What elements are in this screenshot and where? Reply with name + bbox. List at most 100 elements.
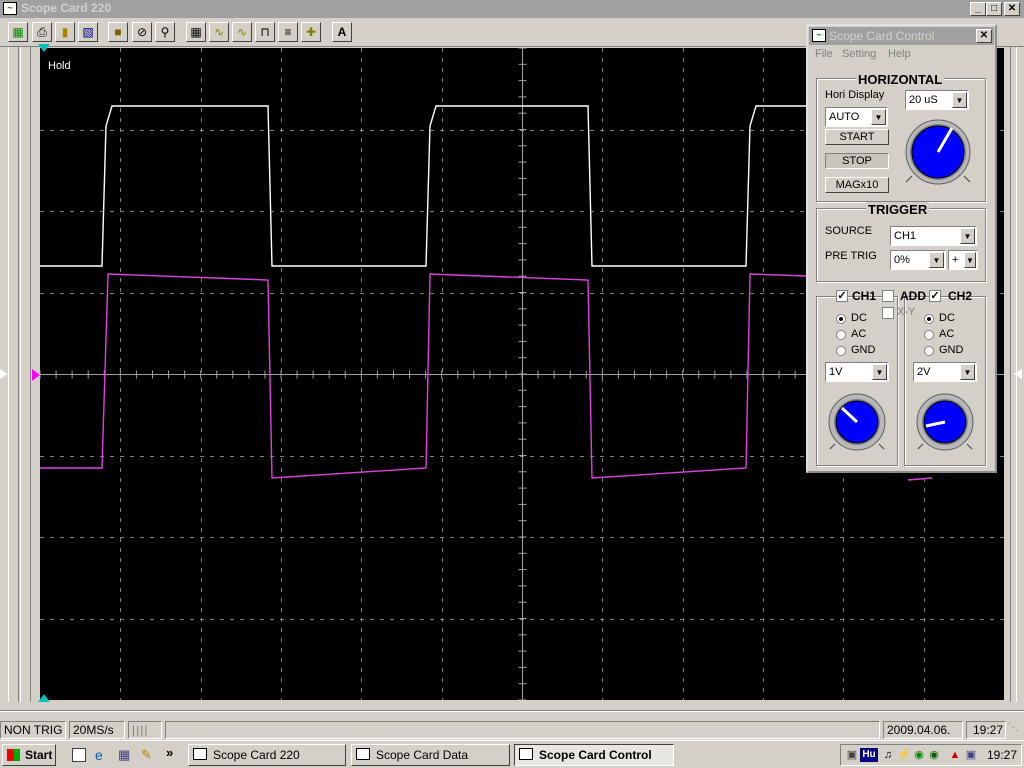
tray-antivirus-icon[interactable]: ◉ xyxy=(912,748,926,762)
sample-rate-status: 20MS/s xyxy=(69,721,125,739)
task-scope-card-220[interactable]: Scope Card 220 xyxy=(188,744,346,766)
ch1-dc-radio[interactable] xyxy=(836,314,846,324)
ch2-label: CH2 xyxy=(948,289,973,303)
ch2-volts-knob[interactable] xyxy=(914,392,976,452)
start-button[interactable]: Start xyxy=(2,744,56,766)
ch2-dc-radio[interactable] xyxy=(924,314,934,324)
status-empty-cell xyxy=(165,721,880,739)
stop-button[interactable]: STOP xyxy=(825,153,889,169)
main-title-bar[interactable]: ~ Scope Card 220 _ □ ✕ xyxy=(0,0,1024,18)
ch2-dc-label: DC xyxy=(939,312,955,324)
print-icon[interactable]: ⎙ xyxy=(32,22,52,42)
task-scope-card-data[interactable]: Scope Card Data xyxy=(351,744,510,766)
trigger-position-bottom-marker-icon[interactable] xyxy=(38,694,50,702)
show-desktop-icon[interactable] xyxy=(72,748,86,762)
right-rail xyxy=(1006,47,1024,702)
tray-clock: 19:27 xyxy=(987,748,1018,762)
dashes-icon[interactable]: ≡ xyxy=(278,22,298,42)
left-rail xyxy=(0,47,40,702)
trigger-level-marker-icon[interactable] xyxy=(1014,369,1022,379)
ch1-checkbox[interactable]: ✓ xyxy=(836,290,848,302)
task-scope-card-control[interactable]: Scope Card Control xyxy=(514,744,674,766)
date-status: 2009.04.06. xyxy=(883,721,963,739)
trigger-source-select[interactable]: CH1 ▼ xyxy=(890,226,977,246)
pretrig-select[interactable]: 0% ▼ xyxy=(890,250,946,270)
tray-language-icon[interactable]: Hu xyxy=(860,748,878,762)
close-button[interactable]: ✕ xyxy=(1004,2,1020,16)
hold-status: Hold xyxy=(48,60,71,72)
ch1-volts-knob[interactable] xyxy=(826,392,888,452)
network-icon[interactable]: ▦ xyxy=(118,747,130,763)
timebase-select[interactable]: 20 uS ▼ xyxy=(905,90,969,110)
ch1-ac-radio[interactable] xyxy=(836,330,846,340)
start-label: Start xyxy=(25,748,53,762)
app-icon: ~ xyxy=(3,2,17,15)
ch2-gnd-radio[interactable] xyxy=(924,346,934,356)
timebase-knob[interactable] xyxy=(902,118,974,186)
trigger-source-value: CH1 xyxy=(894,230,917,242)
ch1-offset-marker-icon[interactable] xyxy=(0,369,8,379)
ch2-ac-radio[interactable] xyxy=(924,330,934,340)
trigger-position-top-marker-icon[interactable] xyxy=(38,44,50,52)
stop-icon[interactable]: ⊘ xyxy=(132,22,152,42)
ch2-checkbox[interactable]: ✓ xyxy=(929,290,941,302)
menu-setting[interactable]: Setting xyxy=(842,48,876,60)
scope-bottom-strip xyxy=(0,702,1024,719)
tray-network-icon[interactable]: ◉ xyxy=(927,748,941,762)
save-icon[interactable]: ▧ xyxy=(78,22,98,42)
ch2-trace xyxy=(40,273,807,479)
horizontal-title: HORIZONTAL xyxy=(856,72,945,87)
xy-checkbox[interactable] xyxy=(882,307,894,319)
control-app-icon: ~ xyxy=(812,29,826,42)
measure-text-icon[interactable]: A xyxy=(332,22,352,42)
mag-x10-button[interactable]: MAGx10 xyxy=(825,177,889,193)
ch1-volts-select[interactable]: 1V ▼ xyxy=(825,362,889,382)
tray-volume-icon[interactable]: ♫ xyxy=(881,748,895,762)
grid-icon[interactable]: ▦ xyxy=(186,22,206,42)
control-title-bar[interactable]: ~ Scope Card Control ✕ xyxy=(809,27,994,45)
pretrig-value: 0% xyxy=(894,254,910,266)
minimize-button[interactable]: _ xyxy=(970,2,986,16)
ch2-trace-tail xyxy=(907,477,933,481)
control-window-title: Scope Card Control xyxy=(829,29,935,43)
tray-device-icon[interactable]: ▣ xyxy=(845,748,859,762)
scope-icon[interactable]: ■ xyxy=(108,22,128,42)
chevron-down-icon: ▼ xyxy=(964,252,976,268)
browser-icon[interactable]: e xyxy=(95,747,103,763)
ch1-gnd-radio[interactable] xyxy=(836,346,846,356)
open-icon[interactable]: ▦ xyxy=(8,22,28,42)
resize-grip-icon[interactable]: ⋱ xyxy=(1008,722,1022,738)
control-close-button[interactable]: ✕ xyxy=(976,29,992,43)
ch2-offset-marker-icon[interactable] xyxy=(32,369,40,381)
tray-alert-icon[interactable]: ▲ xyxy=(948,748,962,762)
app-icon xyxy=(193,748,207,760)
trigger-slope-value: + xyxy=(952,254,959,266)
tray-power-icon[interactable]: ⚡ xyxy=(897,748,911,762)
main-window-title: Scope Card 220 xyxy=(21,1,112,15)
chevron-down-icon: ▼ xyxy=(872,364,887,380)
time-status: 19:27 xyxy=(966,721,1006,739)
sine-alt-icon[interactable]: ∿ xyxy=(232,22,252,42)
pretrig-label: PRE TRIG xyxy=(825,250,877,262)
tool-icon[interactable]: ✎ xyxy=(141,747,152,763)
folder-icon[interactable]: ▮ xyxy=(55,22,75,42)
ch1-volts-value: 1V xyxy=(829,366,843,378)
sine-icon[interactable]: ∿ xyxy=(209,22,229,42)
xy-label: X-Y xyxy=(897,306,916,318)
add-checkbox[interactable] xyxy=(882,290,894,302)
app-icon xyxy=(519,748,533,760)
tray-update-icon[interactable]: ▣ xyxy=(964,748,978,762)
cursor-icon[interactable]: ✚ xyxy=(301,22,321,42)
pulse-icon[interactable]: ⊓ xyxy=(255,22,275,42)
start-button[interactable]: START xyxy=(825,129,889,145)
menu-help[interactable]: Help xyxy=(888,48,911,60)
trigger-status: NON TRIG xyxy=(0,721,66,739)
ch2-volts-value: 2V xyxy=(917,366,931,378)
quicklaunch-more-icon[interactable]: » xyxy=(166,745,173,760)
menu-file[interactable]: File xyxy=(815,48,833,60)
maximize-button[interactable]: □ xyxy=(986,2,1002,16)
trigger-slope-select[interactable]: + ▼ xyxy=(948,250,978,270)
zoom-icon[interactable]: ⚲ xyxy=(155,22,175,42)
display-mode-select[interactable]: AUTO ▼ xyxy=(825,107,888,127)
ch2-volts-select[interactable]: 2V ▼ xyxy=(913,362,977,382)
